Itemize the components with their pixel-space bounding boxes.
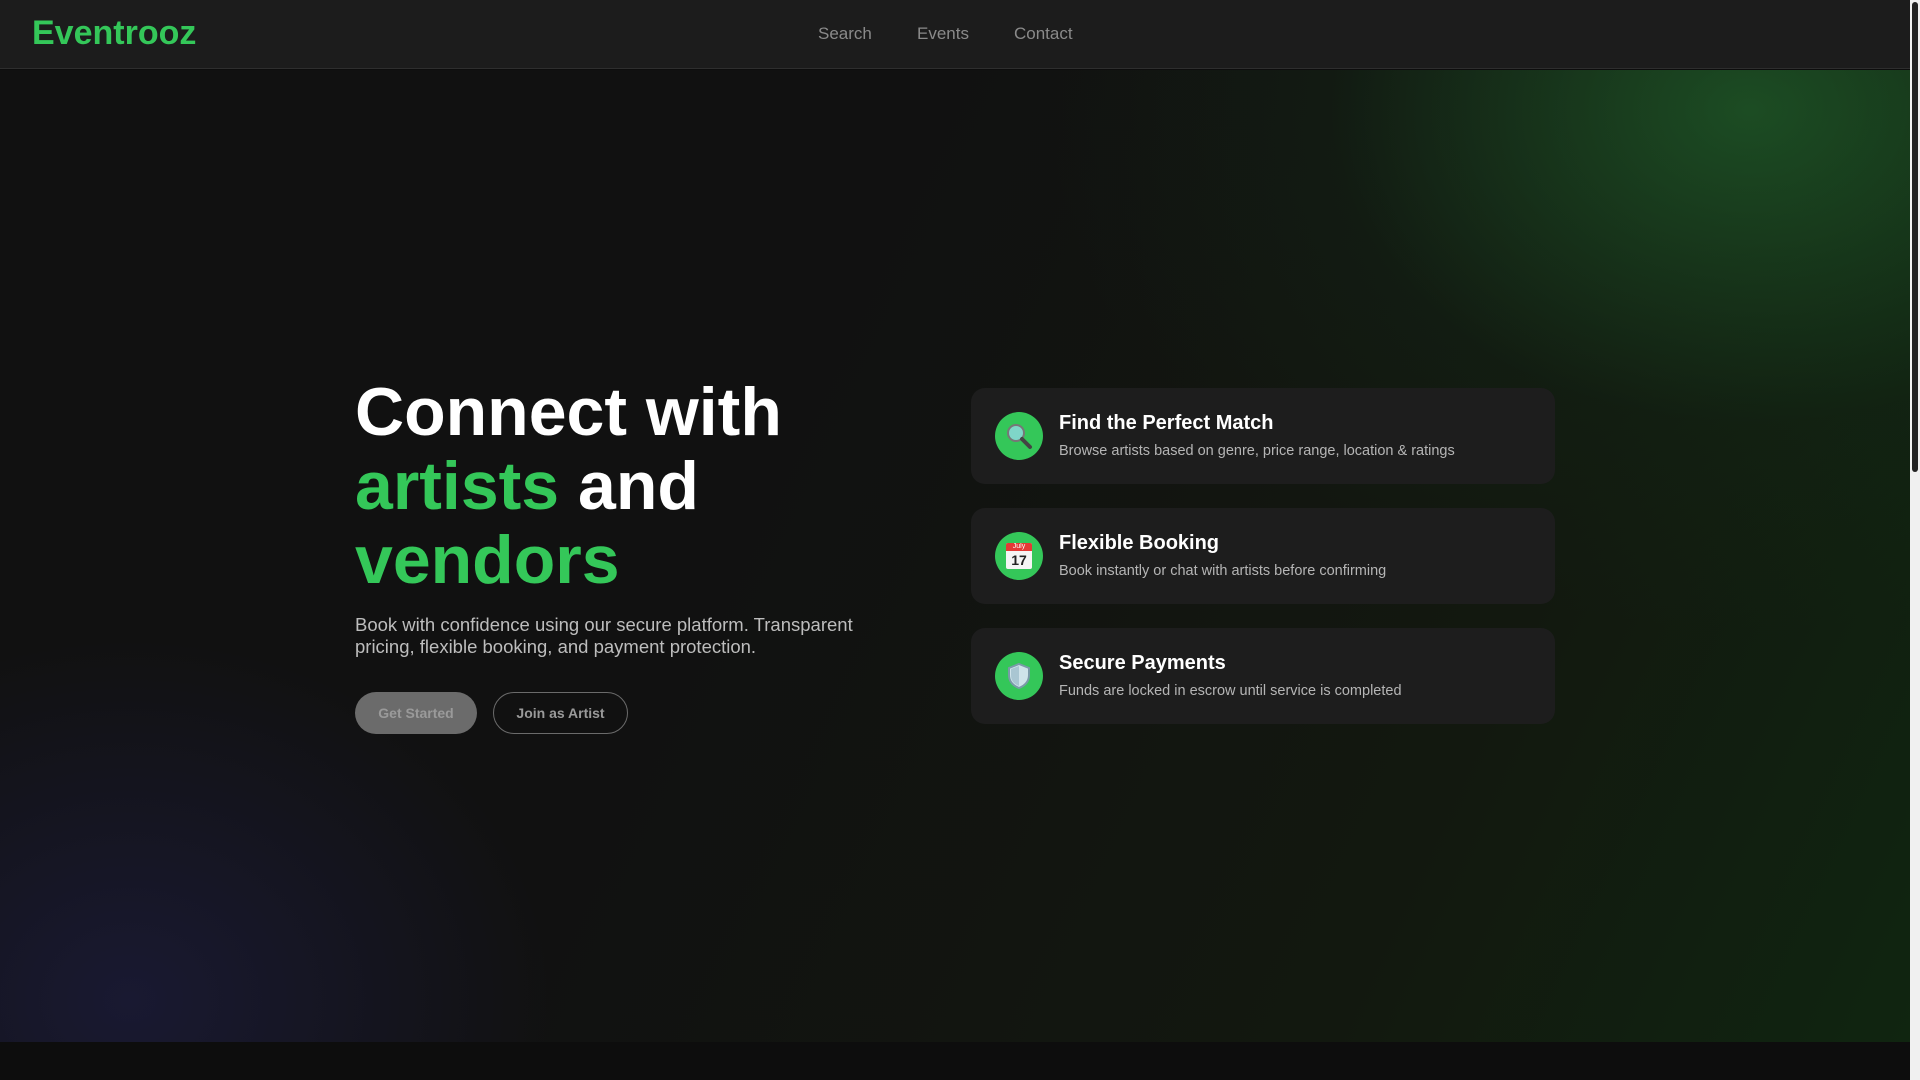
feature-card-booking: July 17 Flexible Booking Book instantly … — [971, 508, 1555, 604]
hero-section — [0, 70, 1910, 1042]
top-nav: Eventrooz Search Events Contact — [0, 0, 1910, 69]
feature-title: Flexible Booking — [1059, 532, 1220, 554]
title-highlight-artists: artists — [355, 448, 560, 524]
get-started-button[interactable]: Get Started — [355, 692, 477, 734]
hero-title: Connect with artists and vendors — [355, 375, 915, 597]
feature-description: Funds are locked in escrow until service… — [1059, 683, 1402, 699]
hero-description: Book with confidence using our secure pl… — [355, 614, 853, 657]
feature-description: Book instantly or chat with artists befo… — [1059, 563, 1387, 579]
feature-description: Browse artists based on genre, price ran… — [1059, 443, 1455, 459]
join-as-artist-button[interactable]: Join as Artist — [493, 692, 628, 734]
calendar-day: 17 — [1011, 552, 1027, 568]
nav-events[interactable]: Events — [917, 24, 969, 44]
nav-contact[interactable]: Contact — [1014, 24, 1073, 44]
feature-title: Secure Payments — [1059, 652, 1226, 674]
calendar-icon: July 17 — [995, 532, 1043, 580]
magnifier-icon — [995, 412, 1043, 460]
title-highlight-vendors: vendors — [355, 522, 620, 598]
scrollbar-thumb[interactable] — [1912, 2, 1918, 472]
title-line: Connect with — [355, 374, 782, 450]
shield-icon — [995, 652, 1043, 700]
calendar-month: July — [1006, 543, 1032, 551]
title-and: and — [578, 448, 699, 524]
scrollbar[interactable] — [1910, 0, 1920, 1080]
feature-card-payments: Secure Payments Funds are locked in escr… — [971, 628, 1555, 724]
logo[interactable]: Eventrooz — [32, 14, 196, 53]
nav-search[interactable]: Search — [818, 24, 872, 44]
feature-title: Find the Perfect Match — [1059, 412, 1274, 434]
feature-card-match: Find the Perfect Match Browse artists ba… — [971, 388, 1555, 484]
